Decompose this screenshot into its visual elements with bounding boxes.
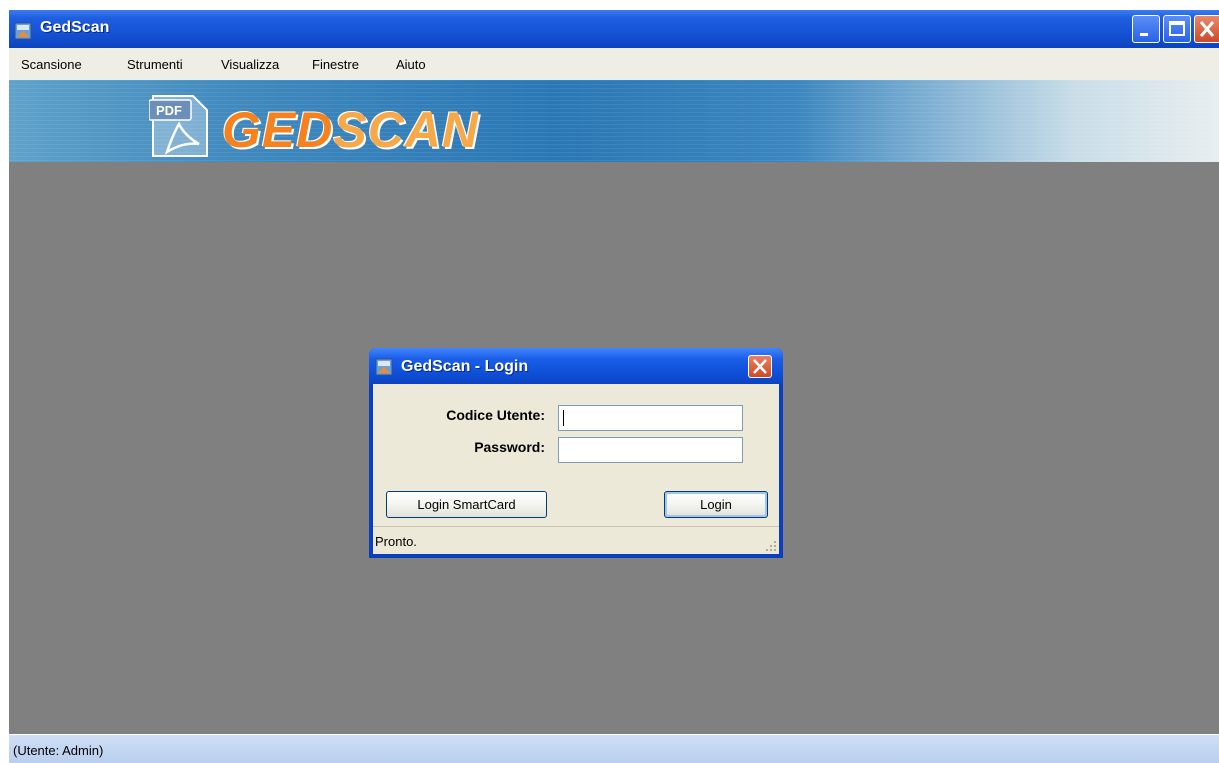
user-code-label: Codice Utente: bbox=[446, 407, 545, 423]
menu-scansione[interactable]: Scansione bbox=[21, 57, 82, 72]
menu-strumenti[interactable]: Strumenti bbox=[127, 57, 183, 72]
password-input[interactable] bbox=[558, 437, 743, 463]
minimize-button[interactable] bbox=[1132, 15, 1160, 43]
login-smartcard-button[interactable]: Login SmartCard bbox=[386, 491, 547, 518]
close-button[interactable] bbox=[1194, 15, 1219, 43]
main-status-bar: (Utente: Admin) bbox=[9, 734, 1219, 763]
password-label: Password: bbox=[474, 439, 545, 455]
maximize-button[interactable] bbox=[1163, 15, 1191, 43]
text-caret bbox=[563, 410, 564, 426]
login-dialog: GedScan - Login Codice Utente: Password:… bbox=[369, 348, 783, 558]
login-button[interactable]: Login bbox=[664, 491, 768, 518]
pdf-logo-icon: PDF bbox=[149, 95, 208, 157]
close-icon bbox=[753, 359, 767, 374]
window-title: GedScan bbox=[40, 19, 110, 36]
resize-grip-icon[interactable] bbox=[766, 541, 776, 551]
menu-visualizza[interactable]: Visualizza bbox=[221, 57, 279, 72]
title-bar[interactable]: GedScan bbox=[9, 10, 1219, 48]
minimize-icon bbox=[1140, 33, 1148, 36]
dialog-status-bar: Pronto. bbox=[373, 526, 779, 554]
dialog-close-button[interactable] bbox=[748, 355, 772, 378]
gedscan-logo: GEDSCAN bbox=[222, 102, 480, 158]
login-dialog-title-bar[interactable]: GedScan - Login bbox=[369, 348, 783, 384]
login-dialog-title: GedScan - Login bbox=[401, 358, 529, 375]
app-banner: PDF GEDSCAN bbox=[9, 80, 1219, 162]
menu-bar: Scansione Strumenti Visualizza Finestre … bbox=[9, 48, 1219, 80]
gedscan-app-icon bbox=[375, 358, 393, 376]
gedscan-app-icon bbox=[14, 22, 32, 40]
close-icon bbox=[1199, 21, 1215, 37]
svg-text:PDF: PDF bbox=[156, 103, 182, 118]
user-code-input[interactable] bbox=[558, 405, 743, 431]
dialog-status-text: Pronto. bbox=[375, 534, 417, 549]
menu-aiuto[interactable]: Aiuto bbox=[396, 57, 426, 72]
menu-finestre[interactable]: Finestre bbox=[312, 57, 359, 72]
maximize-icon bbox=[1169, 21, 1185, 36]
current-user-status: (Utente: Admin) bbox=[13, 743, 104, 758]
login-dialog-body: Codice Utente: Password: Login SmartCard… bbox=[373, 384, 779, 554]
